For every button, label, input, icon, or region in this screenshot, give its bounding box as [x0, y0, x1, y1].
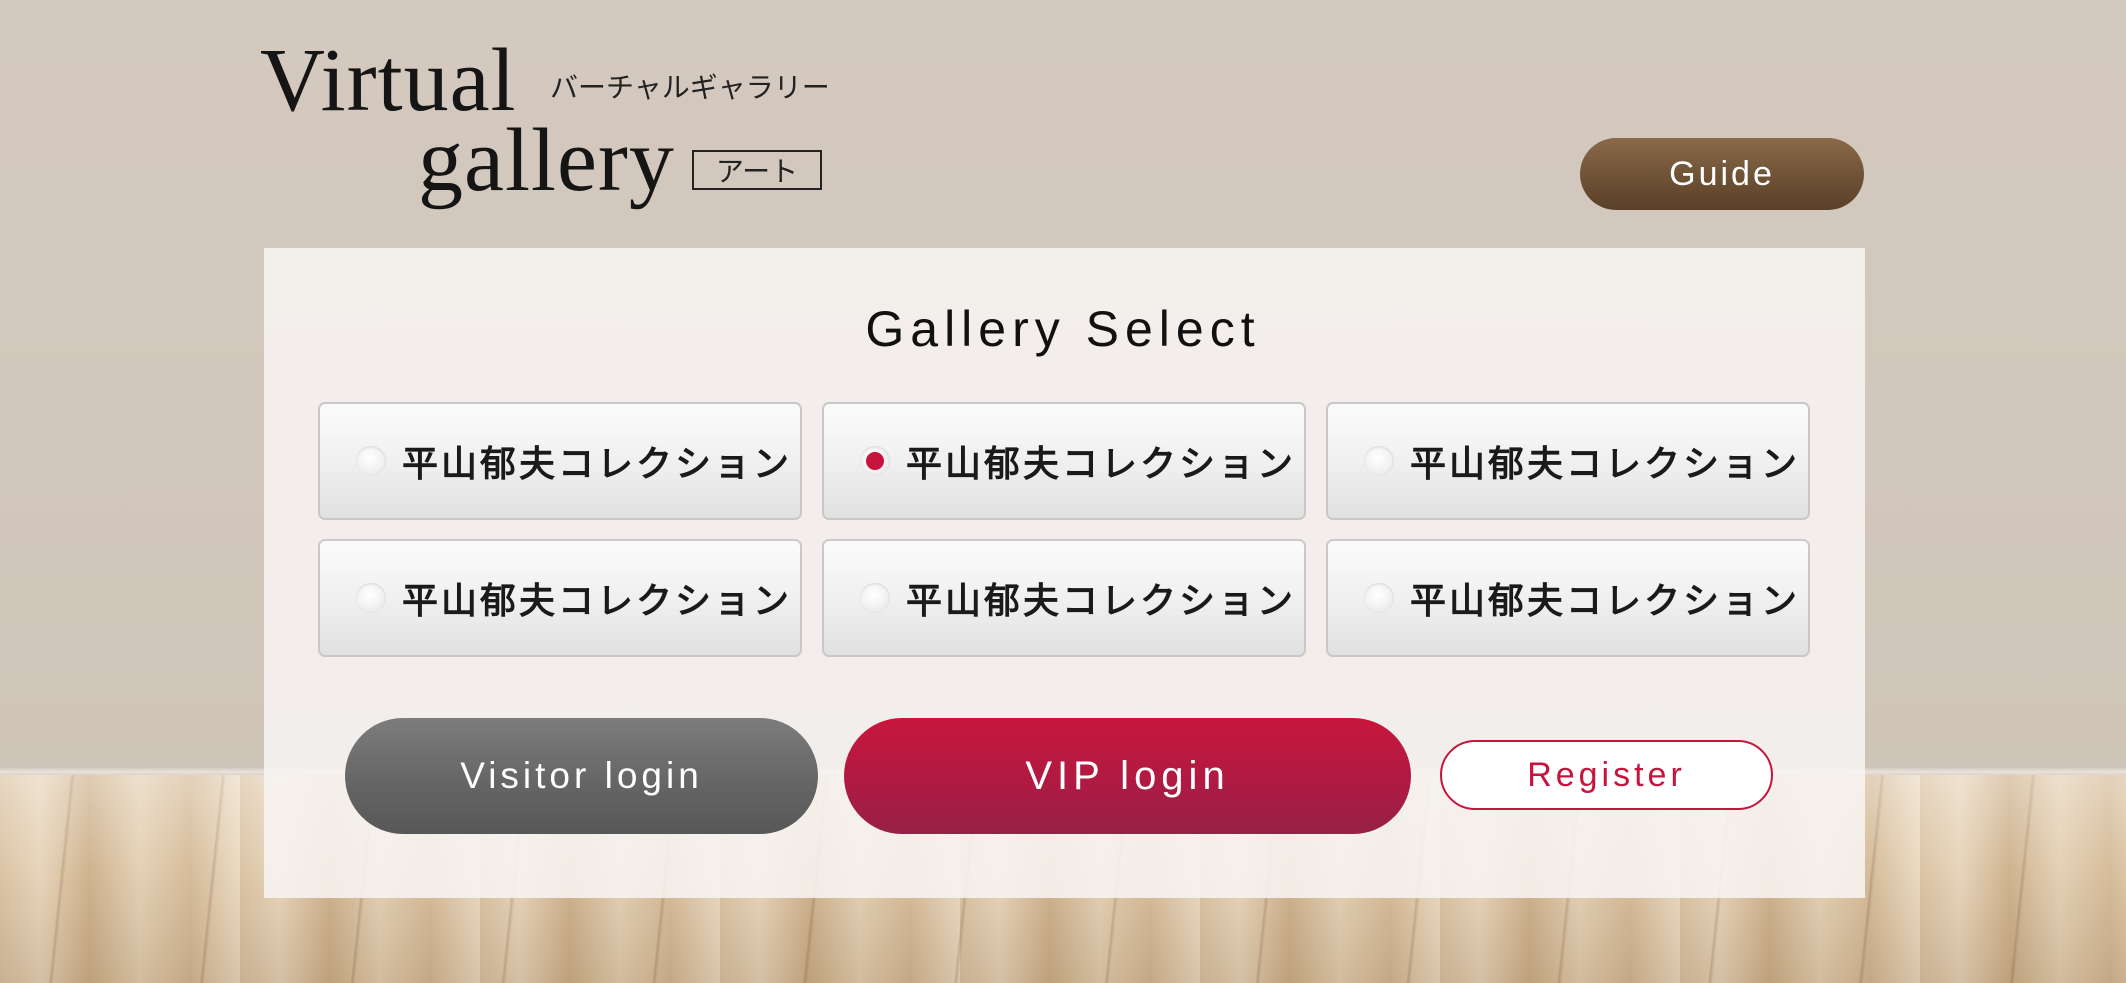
guide-button[interactable]: Guide [1580, 138, 1864, 210]
logo-subtitle-jp: バーチャルギャラリー [550, 71, 830, 104]
gallery-option-selected[interactable]: 平山郁夫コレクション [822, 402, 1306, 520]
gallery-option[interactable]: 平山郁夫コレクション [1326, 539, 1810, 657]
gallery-option-label: 平山郁夫コレクション [906, 444, 1297, 485]
gallery-option-label: 平山郁夫コレクション [1410, 444, 1801, 485]
vip-login-button[interactable]: VIP login [844, 718, 1411, 834]
virtual-gallery-screen: Virtual バーチャルギャラリー gallery アート Guide Gal… [0, 0, 2126, 983]
radio-button[interactable] [860, 583, 890, 613]
radio-button[interactable] [356, 583, 386, 613]
logo-title-line2: gallery [418, 111, 675, 210]
radio-button-selected[interactable] [860, 446, 890, 476]
visitor-login-button[interactable]: Visitor login [345, 718, 818, 834]
gallery-option[interactable]: 平山郁夫コレクション [1326, 402, 1810, 520]
radio-button[interactable] [356, 446, 386, 476]
register-button[interactable]: Register [1440, 740, 1773, 810]
logo-tag: アート [692, 150, 822, 190]
radio-button[interactable] [1364, 583, 1394, 613]
gallery-option-label: 平山郁夫コレクション [1410, 581, 1801, 622]
gallery-option-label: 平山郁夫コレクション [402, 444, 793, 485]
gallery-option-label: 平山郁夫コレクション [906, 581, 1297, 622]
gallery-option[interactable]: 平山郁夫コレクション [318, 539, 802, 657]
gallery-select-title: Gallery Select [865, 301, 1261, 357]
gallery-option-label: 平山郁夫コレクション [402, 581, 793, 622]
gallery-option[interactable]: 平山郁夫コレクション [822, 539, 1306, 657]
radio-selected-dot [866, 452, 884, 470]
radio-button[interactable] [1364, 446, 1394, 476]
gallery-option[interactable]: 平山郁夫コレクション [318, 402, 802, 520]
